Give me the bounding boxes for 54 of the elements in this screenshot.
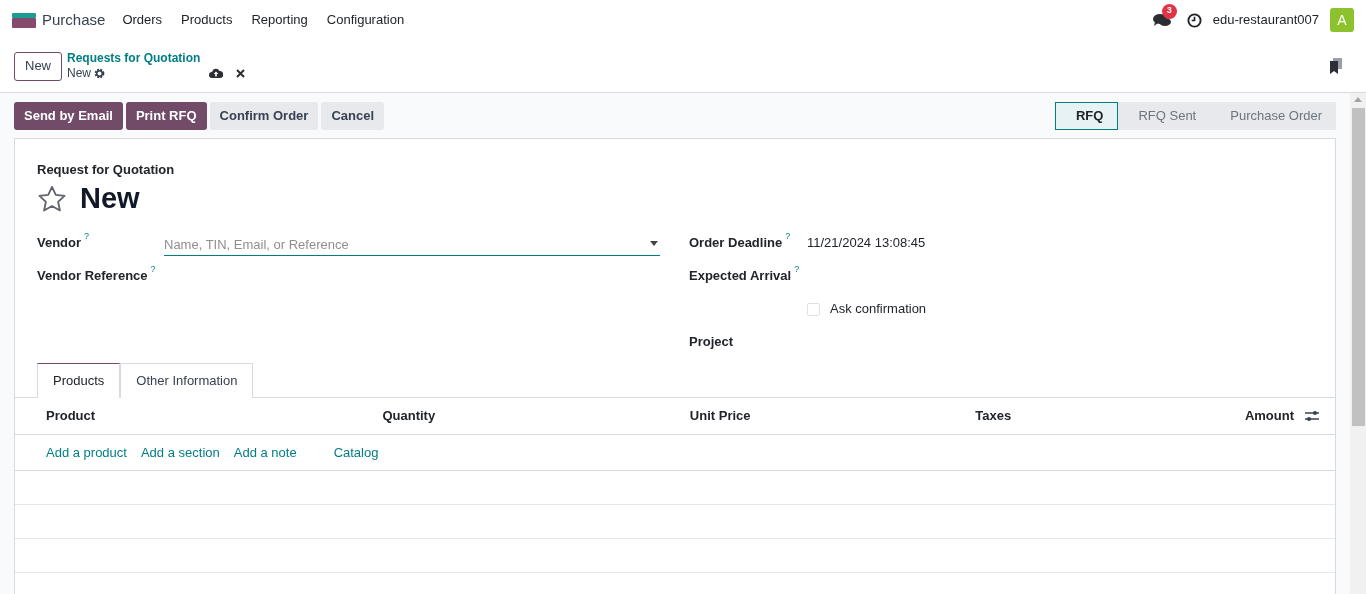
form-subtitle: Request for Quotation — [37, 162, 176, 178]
bookmark-icon[interactable] — [1330, 58, 1342, 74]
gear-icon[interactable] — [94, 68, 106, 79]
help-mark[interactable]: ? — [794, 263, 800, 277]
cloud-upload-icon[interactable] — [209, 68, 224, 78]
caret-icon — [650, 241, 658, 246]
add-line-link[interactable]: Add a note — [233, 442, 297, 463]
notebook-tab[interactable]: Other Information — [120, 363, 254, 398]
menu-item[interactable]: Orders — [122, 10, 163, 30]
action-button[interactable]: Send by Email — [14, 101, 123, 130]
star-icon[interactable] — [37, 185, 67, 213]
help-mark[interactable]: ? — [84, 230, 90, 244]
column-header[interactable]: Unit Price — [689, 406, 751, 426]
checkbox-label: Ask confirmation — [830, 300, 927, 319]
column-header[interactable]: Product — [46, 406, 96, 426]
app-logo-icon — [12, 12, 36, 28]
menu-item[interactable]: Products — [181, 10, 233, 30]
add-line-link[interactable]: Add a product — [46, 442, 127, 463]
clock-icon[interactable] — [1186, 12, 1202, 28]
menu-item[interactable]: Configuration — [326, 10, 405, 30]
breadcrumb-link[interactable]: Requests for Quotation — [67, 51, 201, 66]
field-label: Project — [689, 333, 734, 352]
scrollbar-thumb[interactable] — [1351, 108, 1365, 426]
checkbox[interactable] — [807, 302, 820, 316]
close-icon[interactable] — [236, 68, 246, 78]
app-name[interactable]: Purchase — [42, 8, 106, 32]
menu-item[interactable]: Reporting — [251, 10, 308, 30]
user-name[interactable]: edu-restaurant007 — [1212, 10, 1319, 30]
notebook-tab[interactable]: Products — [37, 363, 121, 398]
help-mark[interactable]: ? — [785, 230, 791, 244]
field-label: Order Deadline — [689, 234, 783, 253]
record-title: New — [80, 181, 140, 217]
column-header[interactable]: Amount — [1244, 406, 1294, 426]
record-name: New — [67, 66, 92, 81]
field-label: Vendor Reference — [37, 267, 148, 286]
vendor-field[interactable]: Name, TIN, Email, or Reference — [164, 234, 660, 256]
column-header[interactable]: Taxes — [975, 406, 1012, 426]
action-button[interactable]: Print RFQ — [125, 101, 207, 130]
scrollbar[interactable] — [1350, 93, 1366, 594]
status-stage[interactable]: RFQ Sent — [1118, 101, 1211, 130]
column-header[interactable]: Quantity — [382, 406, 436, 426]
status-stage[interactable]: RFQ — [1055, 101, 1119, 130]
help-mark[interactable]: ? — [150, 263, 156, 277]
new-button[interactable]: New — [14, 51, 62, 81]
column-settings-icon[interactable] — [1305, 410, 1319, 422]
notification-badge: 3 — [1161, 3, 1177, 19]
field-value[interactable]: 11/21/2024 13:08:45 — [807, 233, 926, 253]
action-button[interactable]: Cancel — [321, 101, 385, 130]
action-button[interactable]: Confirm Order — [209, 101, 319, 130]
add-line-link[interactable]: Catalog — [333, 442, 379, 463]
status-stage[interactable]: Purchase Order — [1210, 101, 1336, 130]
field-label: Expected Arrival — [689, 267, 792, 286]
field-label: Vendor — [37, 234, 82, 253]
add-line-link[interactable]: Add a section — [140, 442, 220, 463]
